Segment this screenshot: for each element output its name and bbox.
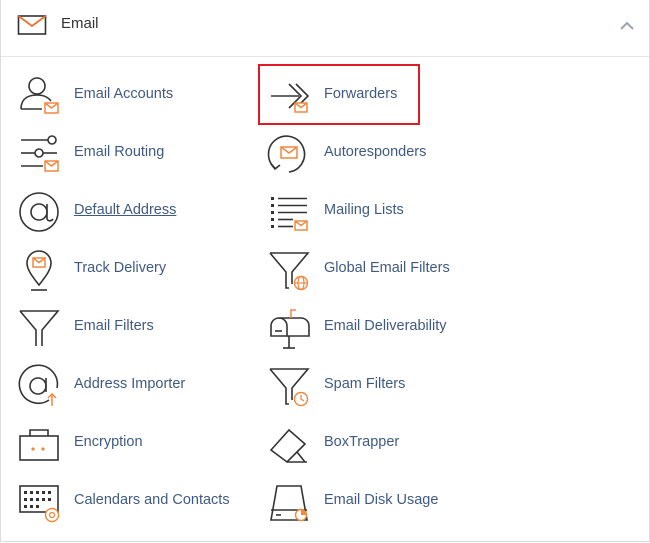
calendars-contacts-label: Calendars and Contacts — [74, 492, 230, 508]
email-disk-usage-link[interactable]: Email Disk Usage — [267, 480, 507, 528]
email-accounts-link[interactable]: Email Accounts — [17, 74, 257, 122]
mailing-lists-label: Mailing Lists — [324, 202, 404, 218]
autoresponders-icon — [267, 135, 306, 173]
email-section-panel: Email Email Accounts Forwarders Email Ro… — [0, 0, 650, 542]
track-delivery-label: Track Delivery — [74, 260, 167, 276]
global-email-filters-label: Global Email Filters — [324, 260, 450, 276]
email-filters-label: Email Filters — [74, 318, 154, 334]
encryption-icon — [19, 429, 59, 461]
forwarders-highlight-box — [258, 64, 420, 125]
email-routing-link[interactable]: Email Routing — [17, 132, 257, 180]
boxtrapper-link[interactable]: BoxTrapper — [267, 422, 507, 470]
email-disk-usage-label: Email Disk Usage — [324, 492, 439, 508]
spam-filters-link[interactable]: Spam Filters — [267, 364, 507, 412]
at-sign-icon — [19, 192, 59, 232]
calendar-contacts-icon — [19, 485, 60, 523]
default-address-link[interactable]: Default Address — [17, 190, 257, 238]
boxtrapper-label: BoxTrapper — [324, 434, 400, 450]
email-routing-icon — [21, 135, 59, 172]
section-title: Email — [61, 15, 99, 32]
email-deliverability-link[interactable]: Email Deliverability — [267, 306, 507, 354]
encryption-label: Encryption — [74, 434, 143, 450]
autoresponders-label: Autoresponders — [324, 144, 427, 160]
calendars-contacts-link[interactable]: Calendars and Contacts — [17, 480, 257, 528]
address-importer-label: Address Importer — [74, 376, 186, 392]
email-filters-link[interactable]: Email Filters — [17, 306, 257, 354]
disk-usage-icon — [270, 485, 308, 522]
location-pin-icon — [26, 250, 52, 291]
encryption-link[interactable]: Encryption — [17, 422, 257, 470]
autoresponders-link[interactable]: Autoresponders — [267, 132, 507, 180]
email-routing-label: Email Routing — [74, 144, 165, 160]
global-email-filters-link[interactable]: Global Email Filters — [267, 248, 507, 296]
track-delivery-link[interactable]: Track Delivery — [17, 248, 257, 296]
spam-filter-icon — [269, 368, 310, 407]
boxtrapper-icon — [269, 428, 307, 464]
envelope-icon — [17, 15, 47, 35]
email-accounts-icon — [20, 77, 59, 114]
chevron-up-icon[interactable] — [613, 14, 641, 38]
filter-funnel-icon — [19, 310, 60, 346]
spam-filters-label: Spam Filters — [324, 376, 406, 392]
email-accounts-label: Email Accounts — [74, 86, 174, 102]
global-filter-icon — [269, 252, 310, 291]
address-importer-icon — [18, 364, 59, 406]
mailing-lists-link[interactable]: Mailing Lists — [267, 190, 507, 238]
mailing-lists-icon — [271, 197, 308, 231]
default-address-label: Default Address — [74, 202, 177, 218]
address-importer-link[interactable]: Address Importer — [17, 364, 257, 412]
email-section-header[interactable]: Email — [1, 0, 649, 57]
email-deliverability-label: Email Deliverability — [324, 318, 447, 334]
mailbox-icon — [270, 309, 310, 349]
